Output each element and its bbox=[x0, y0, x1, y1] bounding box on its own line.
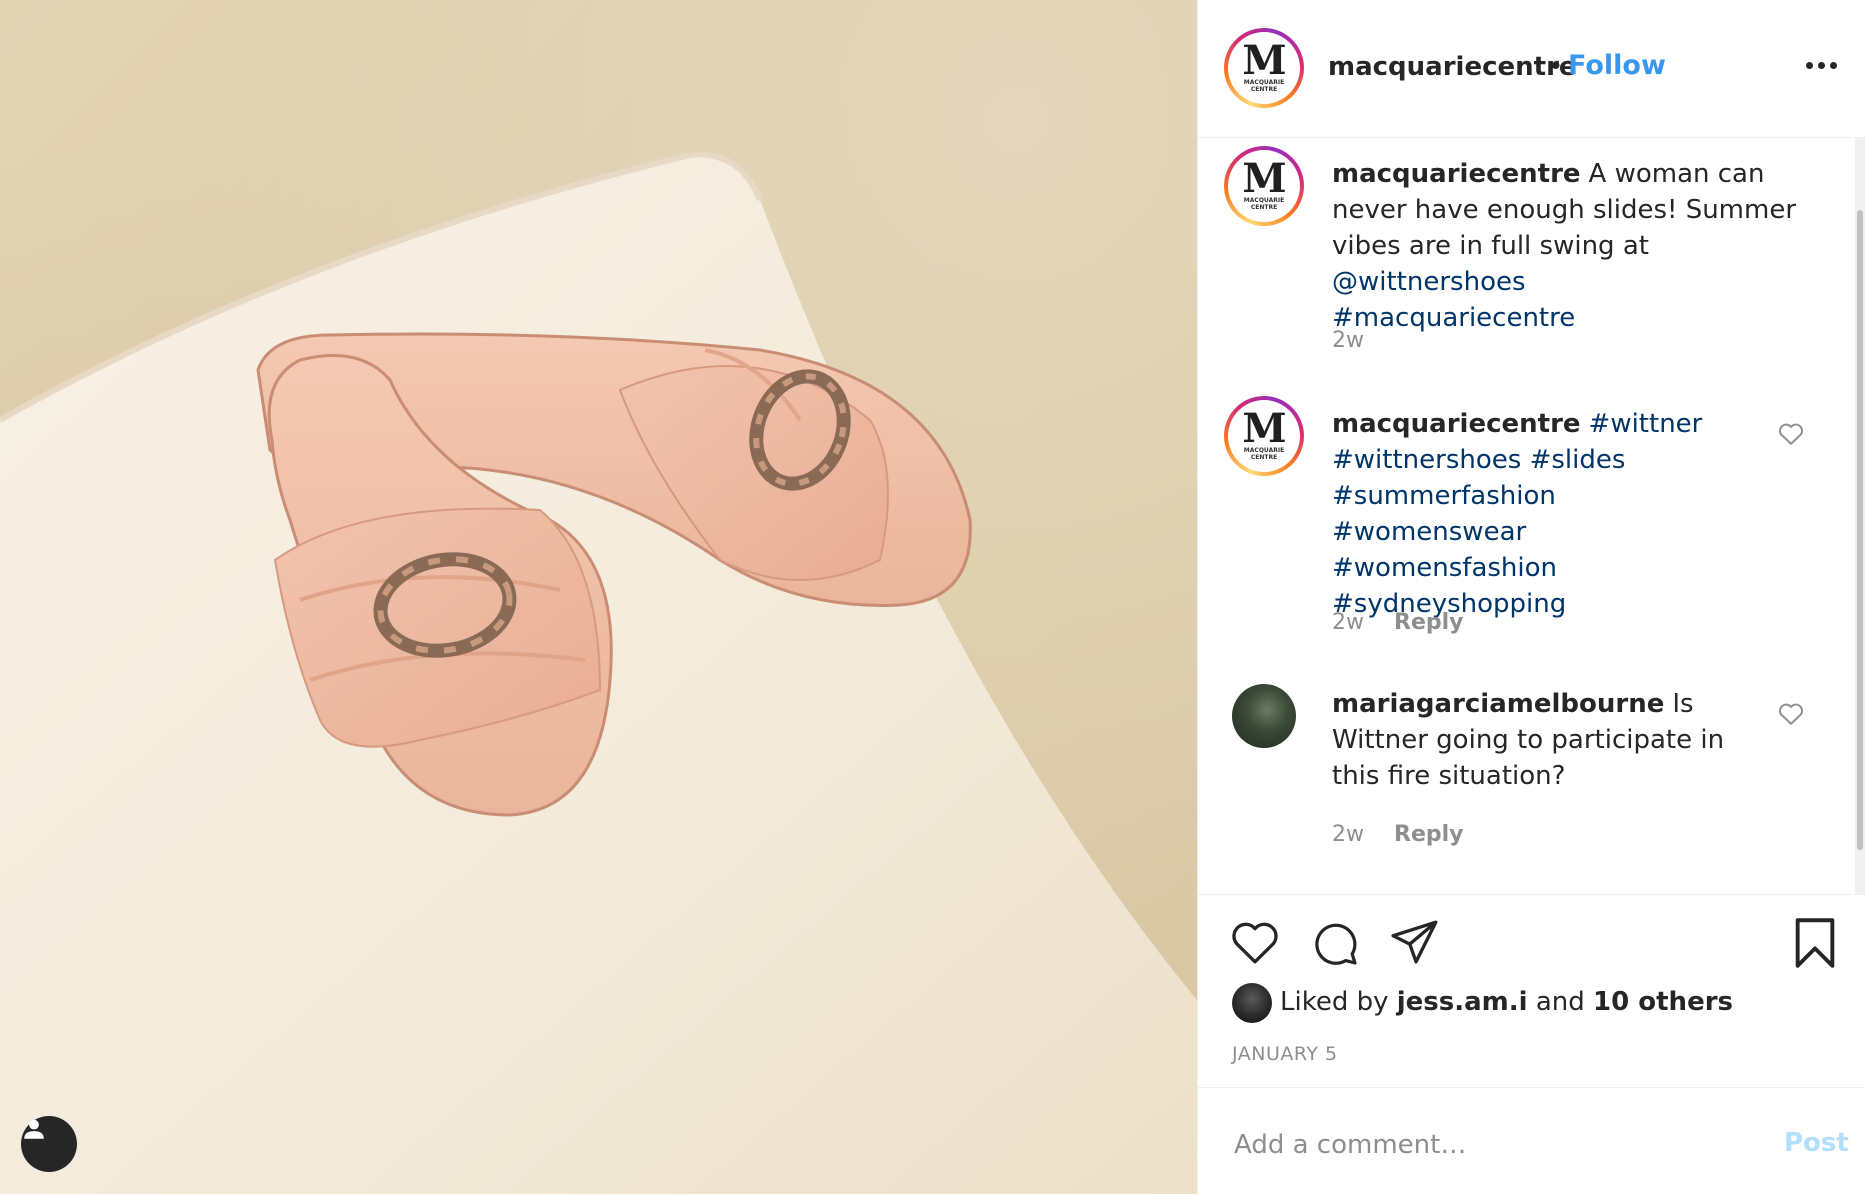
post-actions: Liked by jess.am.i and 10 others JANUARY… bbox=[1198, 894, 1865, 1194]
post-details-panel: M MACQUARIE CENTRE macquariecentre • Fol… bbox=[1197, 0, 1865, 1194]
comment-icon[interactable] bbox=[1310, 919, 1360, 967]
caption-username[interactable]: macquariecentre bbox=[1332, 159, 1581, 189]
avatar[interactable] bbox=[1232, 684, 1296, 748]
comments-list: M MACQUARIE CENTRE macquariecentre A woma… bbox=[1198, 138, 1865, 894]
caption-text: macquariecentre A woman can never have en… bbox=[1332, 156, 1802, 336]
liked-by-others[interactable]: 10 others bbox=[1593, 987, 1733, 1017]
sandals-photo bbox=[0, 151, 1197, 1194]
comment-time[interactable]: 2w bbox=[1332, 822, 1364, 847]
post-date[interactable]: JANUARY 5 bbox=[1232, 1043, 1338, 1065]
avatar[interactable]: M MACQUARIE CENTRE bbox=[1224, 28, 1304, 108]
person-icon bbox=[24, 1119, 44, 1139]
avatar-logo-sub: MACQUARIE CENTRE bbox=[1243, 447, 1285, 461]
liked-by-user[interactable]: jess.am.i bbox=[1397, 987, 1528, 1017]
comment-hashtag[interactable]: #womenswear bbox=[1332, 517, 1526, 547]
avatar-logo-letter: M bbox=[1242, 37, 1286, 84]
avatar[interactable]: M MACQUARIE CENTRE bbox=[1224, 146, 1304, 226]
comment-text: mariagarciamelbourne Is Wittner going to … bbox=[1332, 686, 1732, 794]
comment-text: macquariecentre #wittner #wittnershoes #s… bbox=[1332, 406, 1752, 622]
like-comment-heart-icon[interactable] bbox=[1778, 702, 1804, 726]
avatar-logo-letter: M bbox=[1242, 405, 1286, 452]
comment-hashtag[interactable]: #summerfashion bbox=[1332, 481, 1556, 511]
avatar-logo-sub: MACQUARIE CENTRE bbox=[1243, 197, 1285, 211]
liked-by-text: Liked by jess.am.i and 10 others bbox=[1280, 987, 1733, 1017]
comment-time[interactable]: 2w bbox=[1332, 610, 1364, 635]
bookmark-icon[interactable] bbox=[1792, 917, 1838, 969]
avatar[interactable]: M MACQUARIE CENTRE bbox=[1224, 396, 1304, 476]
caption-meta: 2w bbox=[1332, 328, 1364, 353]
comment-hashtag[interactable]: #wittnershoes bbox=[1332, 445, 1521, 475]
avatar-logo-letter: M bbox=[1242, 155, 1286, 202]
liked-by-prefix: Liked by bbox=[1280, 987, 1389, 1017]
post-header: M MACQUARIE CENTRE macquariecentre • Fol… bbox=[1198, 0, 1865, 138]
caption-hashtag[interactable]: #macquariecentre bbox=[1332, 303, 1575, 333]
header-separator: • bbox=[1548, 52, 1564, 82]
caption-mention[interactable]: @wittnershoes bbox=[1332, 267, 1526, 297]
reply-button[interactable]: Reply bbox=[1394, 610, 1464, 635]
post-comment-button[interactable]: Post bbox=[1784, 1128, 1849, 1158]
follow-button[interactable]: Follow bbox=[1568, 50, 1666, 81]
heart-icon[interactable] bbox=[1230, 919, 1280, 965]
tagged-users-button[interactable] bbox=[21, 1116, 77, 1172]
comment-username[interactable]: macquariecentre bbox=[1332, 409, 1581, 439]
comment-hashtag[interactable]: #womensfashion bbox=[1332, 553, 1557, 583]
header-username[interactable]: macquariecentre bbox=[1328, 52, 1577, 82]
liked-by-and: and bbox=[1535, 987, 1585, 1017]
more-options-icon[interactable] bbox=[1806, 58, 1842, 72]
comment-meta: 2w Reply bbox=[1332, 822, 1464, 847]
add-comment-bar: Post bbox=[1198, 1087, 1865, 1195]
post-image[interactable] bbox=[0, 0, 1197, 1194]
avatar-logo-sub: MACQUARIE CENTRE bbox=[1243, 79, 1285, 93]
caption-time[interactable]: 2w bbox=[1332, 328, 1364, 353]
comment-meta: 2w Reply bbox=[1332, 610, 1464, 635]
comment-username[interactable]: mariagarciamelbourne bbox=[1332, 689, 1664, 719]
comment-hashtag[interactable]: #slides bbox=[1530, 445, 1626, 475]
add-comment-input[interactable] bbox=[1232, 1124, 1756, 1166]
reply-button[interactable]: Reply bbox=[1394, 822, 1464, 847]
send-icon[interactable] bbox=[1390, 919, 1440, 965]
liked-by-avatar[interactable] bbox=[1232, 983, 1272, 1023]
like-comment-heart-icon[interactable] bbox=[1778, 422, 1804, 446]
comment-hashtag[interactable]: #wittner bbox=[1589, 409, 1703, 439]
